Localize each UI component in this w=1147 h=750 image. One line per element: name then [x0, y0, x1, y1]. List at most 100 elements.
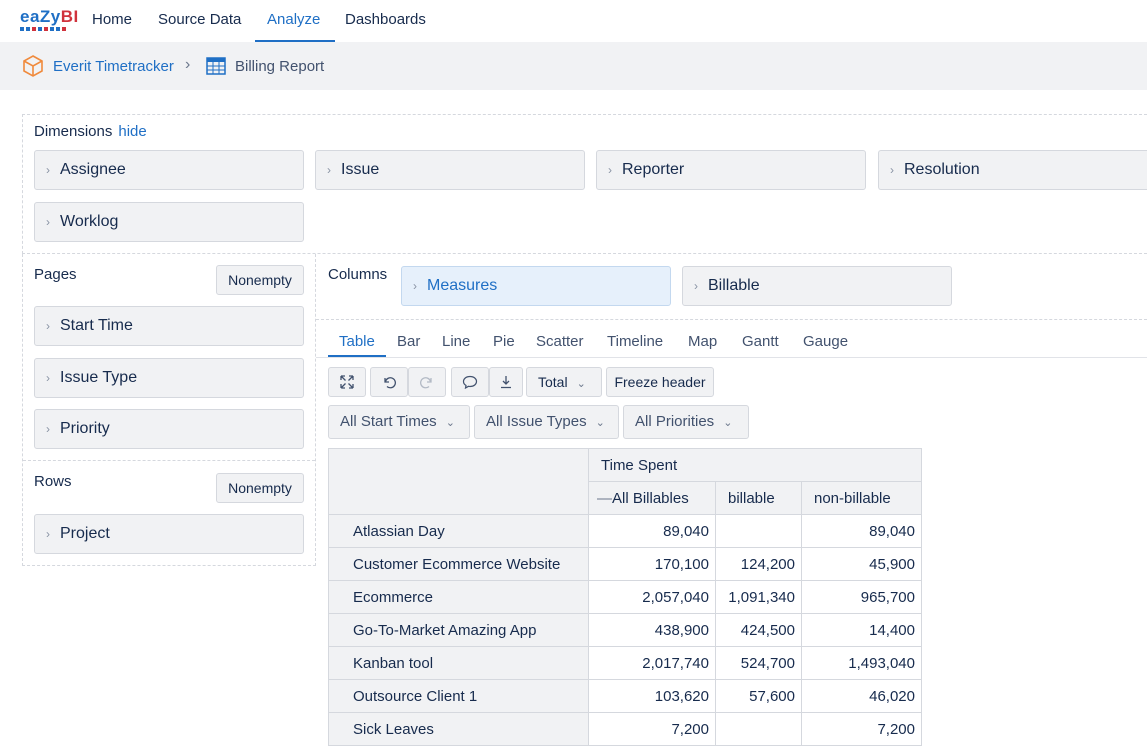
dimension-assignee[interactable]: › Assignee	[34, 150, 304, 190]
expand-icon[interactable]	[328, 367, 366, 397]
column-header-all-billables[interactable]: —All Billables	[588, 481, 716, 515]
page-start-time[interactable]: › Start Time	[34, 306, 304, 346]
tab-gantt[interactable]: Gantt	[742, 333, 779, 350]
filter-label: All Issue Types	[486, 413, 587, 430]
freeze-header-button[interactable]: Freeze header	[606, 367, 714, 397]
table-row: Outsource Client 1 103,620 57,600 46,020	[328, 679, 922, 713]
column-header-billable[interactable]: billable	[715, 481, 802, 515]
chevron-right-icon: ›	[46, 319, 50, 333]
filter-priority[interactable]: All Priorities ⌄	[623, 405, 749, 439]
nav-source-data[interactable]: Source Data	[158, 11, 241, 28]
chevron-right-icon: ›	[46, 163, 50, 177]
rows-nonempty-button[interactable]: Nonempty	[216, 473, 304, 503]
cell-all-billables: 2,017,740	[588, 646, 716, 680]
nav-dashboards[interactable]: Dashboards	[345, 11, 426, 28]
cell-non-billable: 965,700	[801, 580, 922, 614]
table-row: Sick Leaves 7,200 7,200	[328, 712, 922, 746]
row-header[interactable]: Kanban tool	[328, 646, 589, 680]
cell-non-billable: 7,200	[801, 712, 922, 746]
breadcrumb-cube-link[interactable]: Everit Timetracker	[53, 58, 174, 75]
redo-icon[interactable]	[408, 367, 446, 397]
filter-start-time[interactable]: All Start Times ⌄	[328, 405, 470, 439]
row-header[interactable]: Atlassian Day	[328, 514, 589, 548]
chip-label: Worklog	[60, 213, 119, 230]
chevron-down-icon: ⌄	[576, 378, 586, 390]
cell-all-billables: 89,040	[588, 514, 716, 548]
row-header[interactable]: Ecommerce	[328, 580, 589, 614]
total-dropdown[interactable]: Total ⌄	[526, 367, 602, 397]
cell-all-billables: 103,620	[588, 679, 716, 713]
column-header-non-billable[interactable]: non-billable	[801, 481, 922, 515]
chevron-right-icon: ›	[185, 56, 191, 73]
chevron-right-icon: ›	[46, 422, 50, 436]
dimension-resolution[interactable]: › Resolution	[878, 150, 1147, 190]
hide-dimensions-link[interactable]: hide	[118, 123, 146, 140]
table-grid-icon	[206, 57, 226, 79]
dimensions-header: Dimensions hide	[34, 123, 147, 140]
tab-timeline[interactable]: Timeline	[607, 333, 663, 350]
cell-billable: 57,600	[715, 679, 802, 713]
column-billable[interactable]: › Billable	[682, 266, 952, 306]
tab-map[interactable]: Map	[688, 333, 717, 350]
columns-label: Columns	[328, 266, 388, 283]
cell-non-billable: 45,900	[801, 547, 922, 581]
chevron-right-icon: ›	[694, 279, 698, 293]
cell-billable	[715, 712, 802, 746]
rows-label: Rows	[34, 473, 72, 490]
logo-text-a: eaZy	[20, 7, 61, 26]
top-navigation: eaZyBI Home Source Data Analyze Dashboar…	[0, 0, 1147, 42]
collapse-icon[interactable]: —	[597, 490, 612, 507]
chevron-down-icon: ⌄	[723, 417, 733, 429]
column-measures[interactable]: › Measures	[401, 266, 671, 306]
column-header-label: All Billables	[612, 489, 689, 507]
row-header[interactable]: Sick Leaves	[328, 712, 589, 746]
tab-line[interactable]: Line	[442, 333, 470, 350]
chevron-right-icon: ›	[46, 215, 50, 229]
chip-label: Issue	[341, 161, 380, 178]
table-row: Go-To-Market Amazing App 438,900 424,500…	[328, 613, 922, 647]
filter-issue-type[interactable]: All Issue Types ⌄	[474, 405, 619, 439]
dimension-issue[interactable]: › Issue	[315, 150, 585, 190]
tab-table[interactable]: Table	[339, 333, 375, 350]
dimension-reporter[interactable]: › Reporter	[596, 150, 866, 190]
nav-analyze[interactable]: Analyze	[267, 11, 320, 28]
chevron-right-icon: ›	[46, 371, 50, 385]
table-row: Atlassian Day 89,040 89,040	[328, 514, 922, 548]
measure-header[interactable]: Time Spent	[588, 448, 922, 482]
chevron-right-icon: ›	[327, 163, 331, 177]
pages-nonempty-button[interactable]: Nonempty	[216, 265, 304, 295]
chip-label: Project	[60, 525, 110, 542]
chip-label: Priority	[60, 420, 110, 437]
cell-all-billables: 170,100	[588, 547, 716, 581]
cell-non-billable: 89,040	[801, 514, 922, 548]
chevron-right-icon: ›	[608, 163, 612, 177]
breadcrumb: Everit Timetracker › Billing Report	[0, 42, 1147, 90]
row-header[interactable]: Outsource Client 1	[328, 679, 589, 713]
row-header[interactable]: Go-To-Market Amazing App	[328, 613, 589, 647]
tab-gauge[interactable]: Gauge	[803, 333, 848, 350]
row-header[interactable]: Customer Ecommerce Website	[328, 547, 589, 581]
tab-bar[interactable]: Bar	[397, 333, 420, 350]
dimension-worklog[interactable]: › Worklog	[34, 202, 304, 242]
cell-billable: 524,700	[715, 646, 802, 680]
download-icon[interactable]	[489, 367, 523, 397]
cell-all-billables: 2,057,040	[588, 580, 716, 614]
row-project[interactable]: › Project	[34, 514, 304, 554]
comment-icon[interactable]	[451, 367, 489, 397]
tab-scatter[interactable]: Scatter	[536, 333, 584, 350]
table-corner	[328, 448, 589, 515]
table-row: Kanban tool 2,017,740 524,700 1,493,040	[328, 646, 922, 680]
eazybi-logo[interactable]: eaZyBI	[20, 7, 79, 33]
pages-label: Pages	[34, 266, 77, 283]
breadcrumb-report-name: Billing Report	[235, 58, 325, 75]
cell-all-billables: 438,900	[588, 613, 716, 647]
undo-icon[interactable]	[370, 367, 408, 397]
report-table: Time Spent —All Billables billable non-b…	[328, 448, 922, 746]
page-issue-type[interactable]: › Issue Type	[34, 358, 304, 398]
tab-pie[interactable]: Pie	[493, 333, 515, 350]
cell-all-billables: 7,200	[588, 712, 716, 746]
page-priority[interactable]: › Priority	[34, 409, 304, 449]
nav-home[interactable]: Home	[92, 11, 132, 28]
chip-label: Billable	[708, 277, 760, 294]
logo-bars	[20, 27, 66, 31]
